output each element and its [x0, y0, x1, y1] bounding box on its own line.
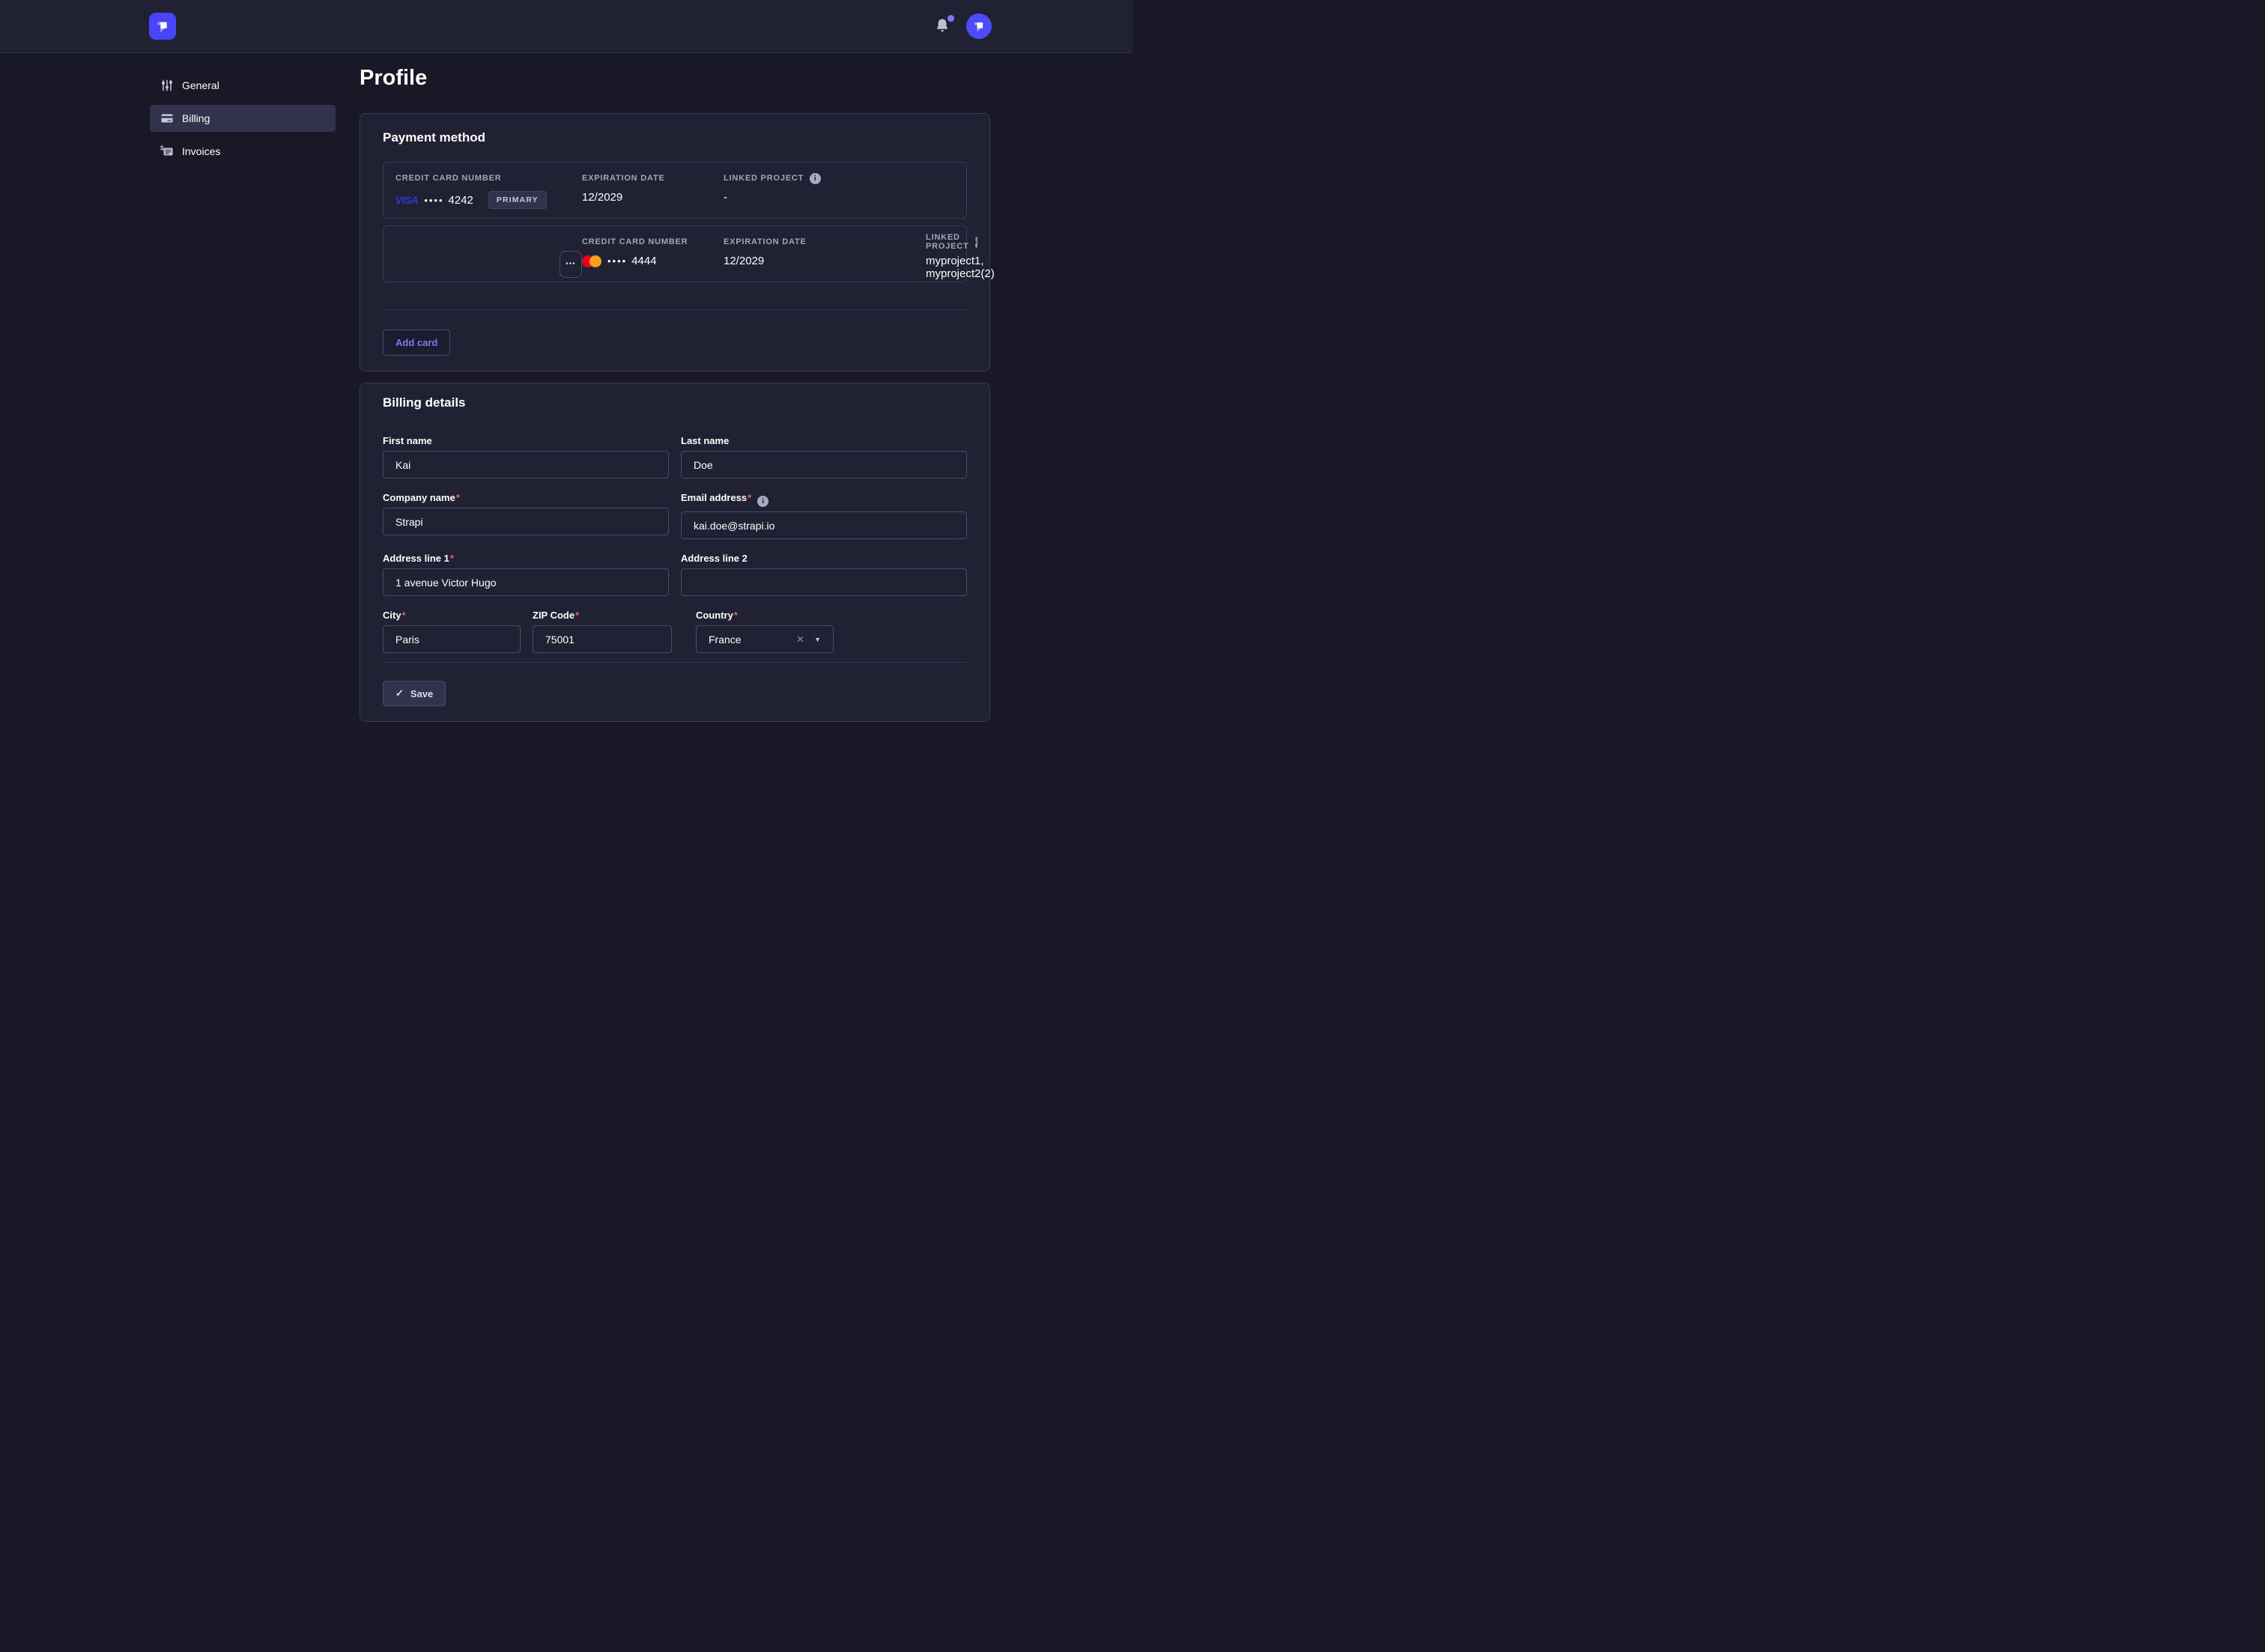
city-input[interactable] [383, 625, 521, 653]
email-input[interactable] [681, 511, 967, 539]
email-field: Email address*i [681, 492, 967, 539]
zip-code-field: ZIP Code* [533, 610, 672, 653]
info-icon[interactable]: i [757, 496, 768, 507]
masked-digits: •••• [424, 195, 443, 206]
svg-text:$: $ [160, 145, 164, 152]
zip-code-input[interactable] [533, 625, 672, 653]
expiration-cell: EXPIRATION DATE 12/2029 [724, 236, 926, 267]
expiration-value: 12/2029 [724, 255, 926, 267]
save-button[interactable]: ✓ Save [383, 681, 446, 706]
sidebar-item-general[interactable]: General [150, 72, 336, 99]
clear-icon[interactable]: ✕ [796, 634, 804, 646]
country-field: Country* France ✕ ▼ [696, 610, 834, 653]
notification-dot [947, 15, 954, 22]
credit-card-number-header: CREDIT CARD NUMBER [582, 236, 724, 248]
required-asterisk: * [450, 553, 454, 564]
strapi-logo-icon [154, 18, 171, 34]
company-name-label: Company name* [383, 492, 669, 503]
linked-project-value: myproject1, myproject2(2) [926, 255, 956, 280]
expiration-date-header: EXPIRATION DATE [724, 236, 926, 248]
topbar [0, 0, 1132, 53]
linked-project-header: LINKED PROJECT [926, 233, 969, 251]
payment-method-panel: Payment method CREDIT CARD NUMBER VISA •… [360, 113, 990, 371]
country-value: France [709, 634, 796, 646]
expiration-value: 12/2029 [582, 191, 724, 204]
card-number-cell: CREDIT CARD NUMBER VISA •••• 4242 PRIMAR… [395, 172, 582, 209]
divider [383, 309, 967, 310]
expiration-date-header: EXPIRATION DATE [582, 172, 724, 184]
city-label: City* [383, 610, 521, 621]
chevron-down-icon[interactable]: ▼ [814, 636, 821, 643]
country-select[interactable]: France ✕ ▼ [696, 625, 834, 653]
address-line2-input[interactable] [681, 568, 967, 596]
zip-code-label: ZIP Code* [533, 610, 672, 621]
linked-project-value: - [724, 191, 926, 204]
sidebar-item-invoices[interactable]: $ Invoices [150, 138, 336, 165]
page-title: Profile [360, 64, 990, 91]
email-label: Email address*i [681, 492, 967, 507]
sidebar-item-label: Invoices [182, 145, 220, 157]
check-icon: ✓ [395, 687, 404, 699]
main-content: Profile Payment method CREDIT CARD NUMBE… [360, 64, 990, 733]
address-line1-label: Address line 1* [383, 553, 669, 564]
address-line1-input[interactable] [383, 568, 669, 596]
add-card-button[interactable]: Add card [383, 330, 450, 356]
user-avatar[interactable] [966, 13, 992, 39]
info-icon[interactable]: i [975, 237, 978, 248]
mastercard-logo [582, 255, 601, 267]
required-asterisk: * [575, 610, 579, 621]
country-label: Country* [696, 610, 834, 621]
credit-card-icon [160, 112, 174, 125]
strapi-logo[interactable] [149, 13, 176, 40]
billing-details-panel: Billing details First name Last name Com… [360, 383, 990, 722]
info-icon[interactable]: i [810, 173, 821, 184]
company-name-field: Company name* [383, 492, 669, 539]
required-asterisk: * [402, 610, 406, 621]
notifications-bell-button[interactable] [933, 16, 953, 36]
first-name-label: First name [383, 435, 669, 446]
last-name-field: Last name [681, 435, 967, 479]
first-name-input[interactable] [383, 451, 669, 479]
credit-card-number-header: CREDIT CARD NUMBER [395, 172, 582, 184]
linked-project-cell: LINKED PROJECT i myproject1, myproject2(… [926, 236, 956, 280]
address-line2-label: Address line 2 [681, 553, 967, 564]
masked-digits: •••• [607, 255, 627, 267]
card-row-visa: CREDIT CARD NUMBER VISA •••• 4242 PRIMAR… [383, 162, 967, 219]
linked-project-cell: LINKED PROJECT i - [724, 172, 926, 204]
city-field: City* [383, 610, 521, 653]
avatar-strapi-icon [971, 19, 986, 34]
required-asterisk: * [734, 610, 738, 621]
divider [383, 662, 967, 663]
payment-method-title: Payment method [383, 130, 967, 145]
billing-details-title: Billing details [383, 395, 967, 410]
card-number-cell: CREDIT CARD NUMBER •••• 4444 [582, 236, 724, 267]
first-name-field: First name [383, 435, 669, 479]
card-row-mastercard: CREDIT CARD NUMBER •••• 4444 EXPIRATION … [383, 225, 967, 282]
last-name-label: Last name [681, 435, 967, 446]
company-name-input[interactable] [383, 508, 669, 535]
visa-logo: VISA [395, 195, 418, 206]
sidebar-item-label: Billing [182, 112, 210, 124]
card-last4: 4444 [631, 255, 656, 267]
sliders-icon [160, 79, 174, 92]
settings-sidebar: General Billing $ Invoices [150, 72, 336, 171]
card-more-actions-button[interactable]: ••• [560, 251, 582, 278]
invoice-icon: $ [160, 145, 174, 158]
expiration-cell: EXPIRATION DATE 12/2029 [582, 172, 724, 204]
address-line1-field: Address line 1* [383, 553, 669, 596]
linked-project-header: LINKED PROJECT [724, 174, 804, 183]
sidebar-item-label: General [182, 79, 219, 91]
primary-badge: PRIMARY [488, 191, 547, 209]
save-button-label: Save [410, 688, 433, 699]
card-last4: 4242 [449, 194, 473, 207]
address-line2-field: Address line 2 [681, 553, 967, 596]
required-asterisk: * [456, 492, 460, 503]
sidebar-item-billing[interactable]: Billing [150, 105, 336, 132]
last-name-input[interactable] [681, 451, 967, 479]
required-asterisk: * [748, 492, 751, 503]
